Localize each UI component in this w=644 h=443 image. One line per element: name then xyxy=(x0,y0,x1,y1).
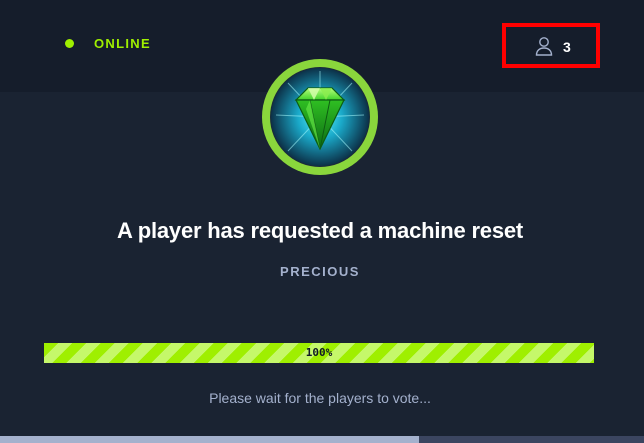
wait-message: Please wait for the players to vote... xyxy=(209,390,431,406)
user-icon xyxy=(535,37,553,56)
countdown-bar xyxy=(0,436,644,443)
countdown-bar-fill xyxy=(0,436,419,443)
online-status: ONLINE xyxy=(65,36,151,51)
emerald-gem-icon xyxy=(262,59,378,175)
reset-request-title: A player has requested a machine reset xyxy=(116,218,524,243)
player-count-widget[interactable]: 3 xyxy=(502,23,600,68)
vote-progress-label: 100% xyxy=(305,346,333,359)
status-label: ONLINE xyxy=(94,36,151,51)
player-count: 3 xyxy=(563,39,571,55)
vote-progress-bar: 100% xyxy=(44,343,594,363)
machine-name: PRECIOUS xyxy=(280,264,360,279)
status-dot-icon xyxy=(65,39,74,48)
